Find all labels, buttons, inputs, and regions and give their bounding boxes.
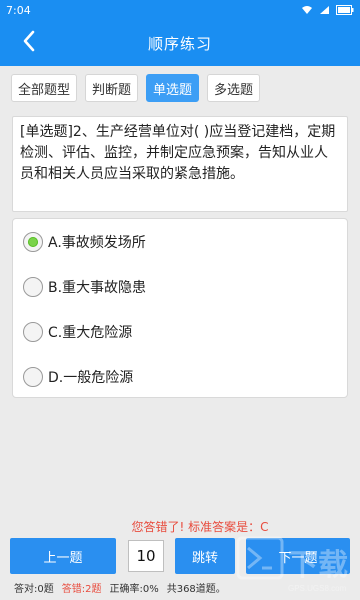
option-label: B.重大事故隐患 [48, 279, 147, 296]
total-count: 共368道题。 [166, 584, 226, 595]
signal-icon [319, 5, 330, 15]
option-c[interactable]: C.重大危险源 [13, 309, 347, 354]
radio-icon[interactable] [23, 366, 43, 387]
status-icons [301, 5, 354, 15]
accuracy-rate: 正确率:0% [109, 584, 159, 595]
navigation-controls: 上一题 跳转 下一题 [0, 538, 360, 576]
wrong-count: 答错:2题 [61, 584, 102, 595]
question-card: [单选题]2、生产经营单位对( )应当登记建档，定期检测、评估、监控，并制定应急… [12, 116, 348, 212]
radio-icon[interactable] [23, 276, 43, 297]
question-number-input[interactable] [128, 540, 164, 572]
tab-all-types[interactable]: 全部题型 [11, 74, 78, 102]
option-label: D.一般危险源 [48, 369, 134, 386]
title-bar: 顺序练习 [0, 20, 360, 66]
chevron-left-icon [22, 30, 36, 56]
option-d[interactable]: D.一般危险源 [13, 354, 347, 399]
option-a[interactable]: A.事故频发场所 [13, 219, 347, 264]
battery-icon [336, 5, 354, 15]
wifi-icon [301, 5, 313, 15]
option-label: A.事故频发场所 [48, 234, 146, 251]
jump-button[interactable]: 跳转 [175, 538, 235, 574]
next-question-button[interactable]: 下一题 [246, 538, 350, 574]
status-bar: 7:04 [0, 0, 360, 20]
radio-selected-icon[interactable] [23, 231, 43, 252]
status-time: 7:04 [6, 3, 31, 17]
radio-icon[interactable] [23, 321, 43, 342]
tab-single-choice[interactable]: 单选题 [146, 74, 200, 102]
correct-count: 答对:0题 [14, 584, 54, 595]
answer-feedback: 您答错了! 标准答案是：C [131, 520, 269, 534]
previous-question-button[interactable]: 上一题 [10, 538, 116, 574]
question-type-tabs: 全部题型 判断题 单选题 多选题 [11, 74, 261, 102]
option-b[interactable]: B.重大事故隐患 [13, 264, 347, 309]
tab-true-false[interactable]: 判断题 [85, 74, 139, 102]
answer-options: A.事故频发场所 B.重大事故隐患 C.重大危险源 D.一般危险源 [12, 218, 348, 398]
tab-multiple-choice[interactable]: 多选题 [207, 74, 261, 102]
option-label: C.重大危险源 [48, 324, 133, 341]
question-text: [单选题]2、生产经营单位对( )应当登记建档，定期检测、评估、监控，并制定应急… [20, 124, 336, 182]
back-button[interactable] [14, 28, 44, 58]
watermark-subtext: GPS.UGS8.com [288, 584, 347, 593]
page-title: 顺序练习 [147, 34, 212, 53]
progress-stats: 答对:0题 答错:2题 正确率:0% 共368道题。 [14, 580, 226, 595]
